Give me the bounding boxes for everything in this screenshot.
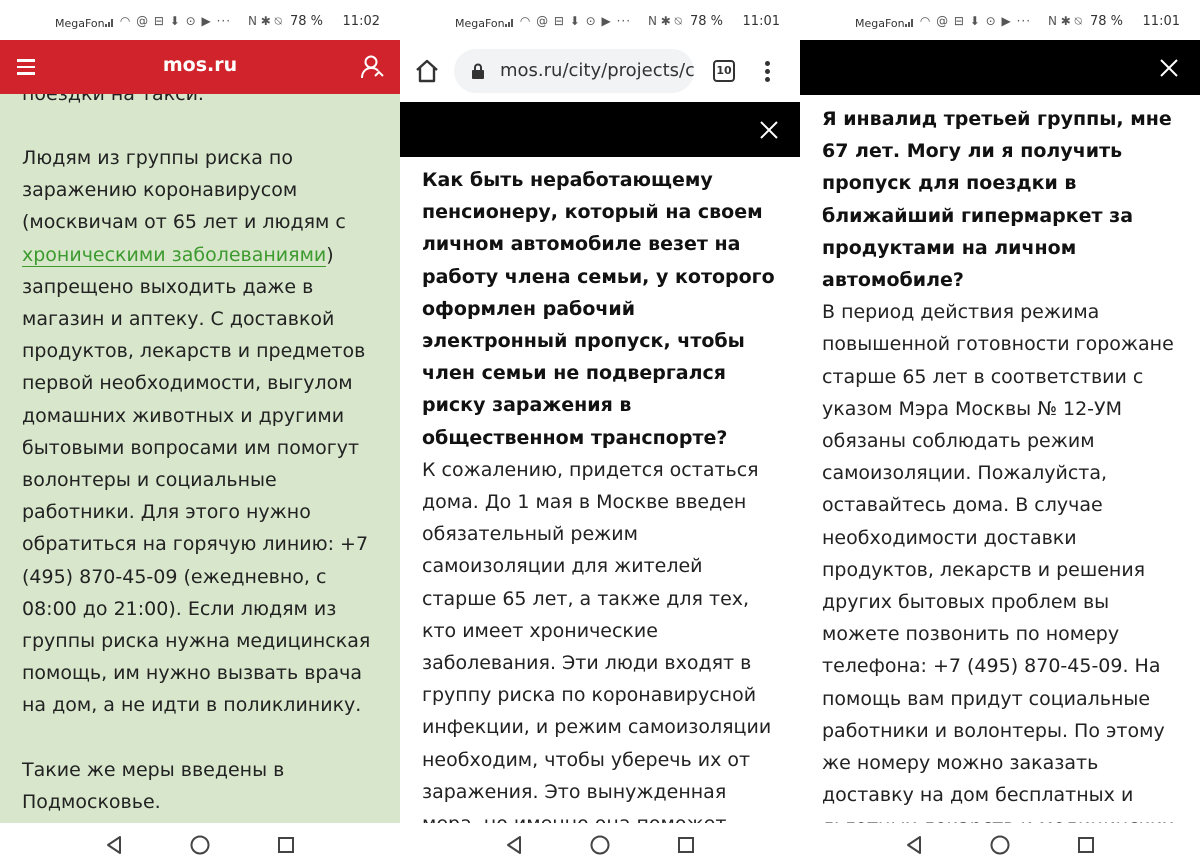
paragraph-text: ) запрещено выходить даже в магазин и ап… [22,243,371,717]
status-icons: ◠ @ ⊟ ⬇ ⊙ ▶ ··· [105,14,231,28]
screenshot-panel-2: MegaFon ◠ @ ⊟ ⬇ ⊙ ▶ ··· N ✱ ⍉ 78 % 11:01… [400,0,800,867]
faq-question: Как быть неработающему пенсионеру, котор… [422,169,775,449]
paragraph-text: Людям из группы риска по заражению корон… [22,147,346,234]
carrier-label: MegaFon [855,17,905,30]
status-bar: MegaFon ◠ @ ⊟ ⬇ ⊙ ▶ ··· N ✱ ⍉ 78 % 11:02 [0,0,400,40]
clock: 11:01 [742,14,780,29]
faq-entry: Я инвалид третьей группы, мне 67 лет. Мо… [822,103,1182,867]
site-header: mos.ru [0,40,400,94]
carrier-label: MegaFon [55,17,105,30]
recents-icon[interactable] [1077,836,1095,854]
popup-header [800,40,1200,95]
navigation-bar [0,823,400,867]
article-paragraph: Такие же меры введены в Подмосковье. [22,759,285,814]
close-icon[interactable] [759,120,779,140]
status-icons: ◠ @ ⊟ ⬇ ⊙ ▶ ··· [905,14,1031,28]
url-text: mos.ru/city/projects/covid-19 [500,60,694,81]
clock: 11:01 [1142,14,1180,29]
lock-icon [472,63,484,79]
home-circle-icon[interactable] [989,834,1011,856]
home-circle-icon[interactable] [189,834,211,856]
home-icon[interactable] [414,58,440,84]
home-circle-icon[interactable] [589,834,611,856]
recents-icon[interactable] [277,836,295,854]
status-icons-right: N ✱ ⍉ [1048,14,1082,28]
article-text-fragment: поездки на такси. [22,94,204,105]
battery-level: 78 % [1090,14,1124,29]
site-title[interactable]: mos.ru [0,54,400,76]
back-icon[interactable] [904,834,924,856]
carrier-label: MegaFon [455,17,505,30]
status-icons: ◠ @ ⊟ ⬇ ⊙ ▶ ··· [505,14,631,28]
navigation-bar [400,823,800,867]
close-icon[interactable] [1159,58,1179,78]
article-paragraph: Людям из группы риска по заражению корон… [22,142,387,722]
faq-entry: Как быть неработающему пенсионеру, котор… [422,164,782,867]
battery-level: 78 % [290,14,324,29]
browser-toolbar: mos.ru/city/projects/covid-19 10 [400,40,800,102]
navigation-bar [800,823,1200,867]
faq-answer: К сожалению, придется остаться дома. До … [422,458,772,867]
popup-header [400,102,800,157]
recents-icon[interactable] [677,836,695,854]
status-icons-right: N ✱ ⍉ [648,14,682,28]
article-content: поездки на такси. Людям из группы риска … [0,94,400,823]
screenshot-panel-3: MegaFon ◠ @ ⊟ ⬇ ⊙ ▶ ··· N ✱ ⍉ 78 % 11:01… [800,0,1200,867]
tabs-icon[interactable]: 10 [713,60,735,82]
status-bar: MegaFon ◠ @ ⊟ ⬇ ⊙ ▶ ··· N ✱ ⍉ 78 % 11:01 [400,0,800,40]
more-vert-icon[interactable] [765,61,771,83]
screenshot-panel-1: MegaFon ◠ @ ⊟ ⬇ ⊙ ▶ ··· N ✱ ⍉ 78 % 11:02… [0,0,400,867]
address-bar[interactable]: mos.ru/city/projects/covid-19 [454,49,694,93]
user-icon[interactable] [360,54,386,80]
back-icon[interactable] [104,834,124,856]
faq-answer: В период действия режима повышенной гото… [822,301,1174,867]
status-bar: MegaFon ◠ @ ⊟ ⬇ ⊙ ▶ ··· N ✱ ⍉ 78 % 11:01 [800,0,1200,40]
clock: 11:02 [342,14,380,29]
battery-level: 78 % [690,14,724,29]
faq-question: Я инвалид третьей группы, мне 67 лет. Мо… [822,108,1172,292]
back-icon[interactable] [504,834,524,856]
status-icons-right: N ✱ ⍉ [248,14,282,28]
chronic-diseases-link[interactable]: хроническими заболеваниями [22,243,327,267]
